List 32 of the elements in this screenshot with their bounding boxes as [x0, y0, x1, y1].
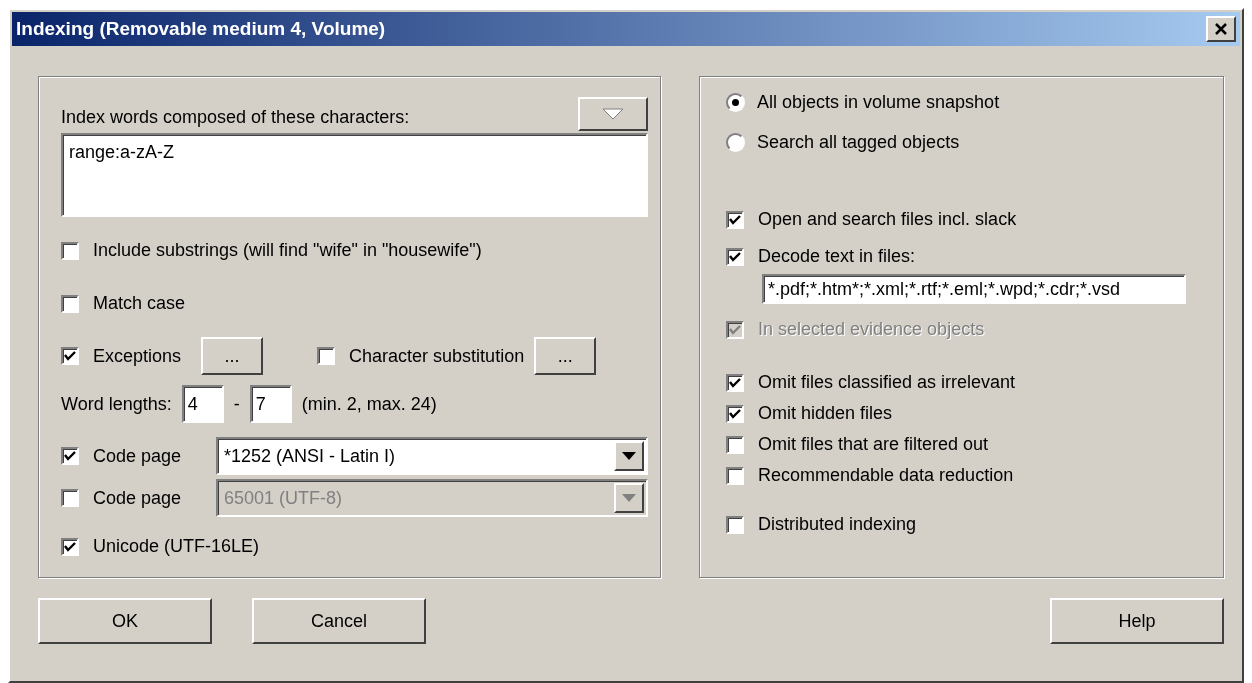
checkbox-label: In selected evidence objects [758, 318, 985, 341]
number-field[interactable]: 7 [249, 385, 292, 423]
checkbox-label: Exceptions [93, 344, 182, 368]
code-page-dropdown[interactable]: *1252 (ANSI - Latin I) [216, 437, 648, 475]
separator-text: - [233, 392, 240, 416]
checkbox-label: Omit files that are filtered out [758, 433, 989, 456]
ellipsis-button[interactable]: ... [201, 337, 264, 375]
checkbox-label: Unicode (UTF-16LE) [93, 535, 260, 558]
dialog-button[interactable]: Cancel [252, 598, 426, 644]
checkbox-label: Code page [93, 444, 182, 468]
radio-label: Search all tagged objects [757, 131, 960, 154]
window-title: Indexing (Removable medium 4, Volume) [16, 16, 386, 41]
radio-label: All objects in volume snapshot [757, 91, 1000, 114]
characters-field[interactable]: range:a-zA-Z [61, 133, 648, 217]
checkbox-label: Distributed indexing [758, 513, 917, 536]
help-button[interactable]: Help [1050, 598, 1224, 644]
checkbox-label: Decode text in files: [758, 245, 916, 268]
ellipsis-button[interactable]: ... [534, 337, 597, 375]
field-label: Word lengths: [61, 392, 172, 416]
checkbox-label: Open and search files incl. slack [758, 208, 1017, 231]
checkbox-label: Character substitution [349, 344, 525, 368]
checkbox-label: Omit hidden files [758, 402, 893, 425]
dialog-button[interactable]: OK [38, 598, 212, 644]
checkbox-label: Omit files classified as irrelevant [758, 371, 1016, 394]
checkbox-label: Match case [93, 292, 186, 315]
number-field[interactable]: 4 [181, 385, 224, 423]
file-types-field[interactable]: *.pdf;*.htm*;*.xml;*.rtf;*.eml;*.wpd;*.cdr;*.vsd [762, 274, 1186, 304]
checkbox-label: Include substrings (will find "wife" in "housewife") [93, 239, 482, 262]
field-label: Index words composed of these characters: [61, 106, 410, 129]
checkbox-label: Recommendable data reduction [758, 464, 1014, 487]
checkbox-label: Code page [93, 486, 182, 510]
hint-text: (min. 2, max. 24) [301, 392, 437, 416]
